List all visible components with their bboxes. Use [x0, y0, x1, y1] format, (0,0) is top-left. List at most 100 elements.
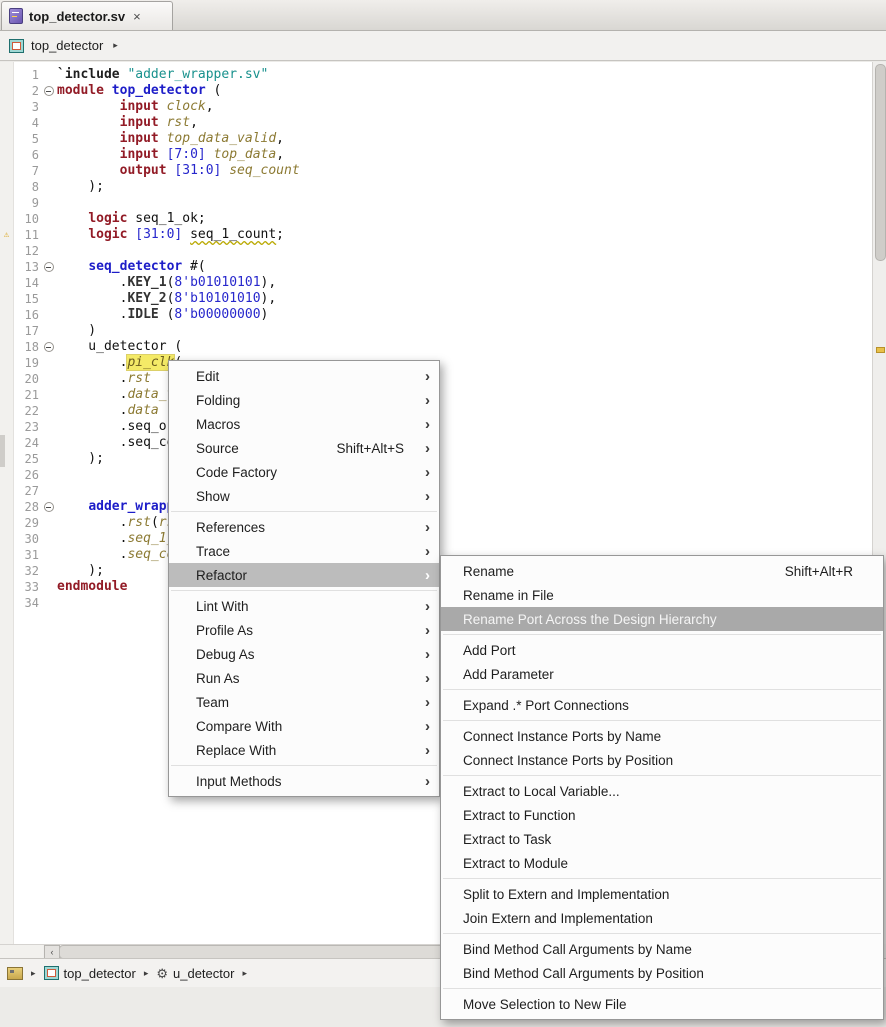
- menu-item-team[interactable]: Team›: [169, 690, 439, 714]
- menu-item-connect-instance-ports-by-position[interactable]: Connect Instance Ports by Position: [441, 748, 883, 772]
- menu-item-source[interactable]: SourceShift+Alt+S›: [169, 436, 439, 460]
- menu-item-trace[interactable]: Trace›: [169, 539, 439, 563]
- menu-item-input-methods[interactable]: Input Methods›: [169, 769, 439, 793]
- code-text: );: [57, 179, 872, 195]
- scroll-left-button[interactable]: ‹: [44, 945, 60, 959]
- code-line-10[interactable]: 10 logic seq_1_ok;: [0, 211, 872, 227]
- code-line-5[interactable]: 5 input top_data_valid,: [0, 131, 872, 147]
- menu-item-split-to-extern-and-implementation[interactable]: Split to Extern and Implementation: [441, 882, 883, 906]
- code-line-14[interactable]: 14 .KEY_1(8'b01010101),: [0, 275, 872, 291]
- breadcrumb-item-top-detector[interactable]: top_detector: [31, 38, 103, 53]
- menu-item-label: Extract to Function: [463, 808, 867, 823]
- menu-item-run-as[interactable]: Run As›: [169, 666, 439, 690]
- code-line-15[interactable]: 15 .KEY_2(8'b10101010),: [0, 291, 872, 307]
- menu-item-extract-to-local-variable[interactable]: Extract to Local Variable...: [441, 779, 883, 803]
- menu-item-rename-in-file[interactable]: Rename in File: [441, 583, 883, 607]
- menu-item-label: Folding: [196, 393, 418, 408]
- code-line-13[interactable]: 13 seq_detector #(: [0, 259, 872, 275]
- menu-separator: [443, 775, 881, 776]
- fold-margin: [43, 371, 57, 387]
- menu-item-extract-to-module[interactable]: Extract to Module: [441, 851, 883, 875]
- code-line-6[interactable]: 6 input [7:0] top_data,: [0, 147, 872, 163]
- menu-item-label: Rename in File: [463, 588, 867, 603]
- menu-separator: [443, 720, 881, 721]
- breadcrumb-item-u-detector[interactable]: ⚙u_detector: [156, 966, 234, 981]
- line-number: 30: [13, 531, 43, 547]
- menu-item-label: Show: [196, 489, 418, 504]
- menu-item-bind-method-call-arguments-by-position[interactable]: Bind Method Call Arguments by Position: [441, 961, 883, 985]
- horizontal-scrollbar-thumb[interactable]: [59, 945, 493, 959]
- submenu-arrow-icon: ›: [418, 599, 430, 614]
- line-number: 24: [13, 435, 43, 451]
- breadcrumb-arrow-icon[interactable]: ▸: [239, 968, 250, 979]
- menu-item-extract-to-function[interactable]: Extract to Function: [441, 803, 883, 827]
- code-line-9[interactable]: 9: [0, 195, 872, 211]
- menu-item-extract-to-task[interactable]: Extract to Task: [441, 827, 883, 851]
- menu-item-rename[interactable]: RenameShift+Alt+R: [441, 559, 883, 583]
- editor-tab-top-detector-sv[interactable]: top_detector.sv ×: [1, 1, 173, 30]
- menu-item-debug-as[interactable]: Debug As›: [169, 642, 439, 666]
- menu-item-rename-port-across-the-design-hierarchy[interactable]: Rename Port Across the Design Hierarchy: [441, 607, 883, 631]
- menu-item-references[interactable]: References›: [169, 515, 439, 539]
- menu-item-bind-method-call-arguments-by-name[interactable]: Bind Method Call Arguments by Name: [441, 937, 883, 961]
- menu-item-replace-with[interactable]: Replace With›: [169, 738, 439, 762]
- menu-item-compare-with[interactable]: Compare With›: [169, 714, 439, 738]
- code-line-17[interactable]: 17 ): [0, 323, 872, 339]
- code-line-3[interactable]: 3 input clock,: [0, 99, 872, 115]
- menu-item-folding[interactable]: Folding›: [169, 388, 439, 412]
- code-line-4[interactable]: 4 input rst,: [0, 115, 872, 131]
- breadcrumb-arrow-icon[interactable]: ▸: [28, 968, 39, 979]
- annotation-cell: [0, 67, 13, 83]
- fold-margin: [43, 483, 57, 499]
- menu-item-code-factory[interactable]: Code Factory›: [169, 460, 439, 484]
- menu-item-connect-instance-ports-by-name[interactable]: Connect Instance Ports by Name: [441, 724, 883, 748]
- breadcrumb-item[interactable]: [7, 967, 23, 980]
- breadcrumb-item-top-detector[interactable]: top_detector: [44, 966, 136, 981]
- fold-collapse-icon[interactable]: [43, 499, 57, 515]
- breadcrumb-arrow-icon[interactable]: ▸: [110, 40, 121, 51]
- menu-item-macros[interactable]: Macros›: [169, 412, 439, 436]
- code-line-2[interactable]: 2module top_detector (: [0, 83, 872, 99]
- breadcrumb-arrow-icon[interactable]: ▸: [141, 968, 152, 979]
- menu-item-add-port[interactable]: Add Port: [441, 638, 883, 662]
- vertical-scrollbar-thumb[interactable]: [875, 64, 886, 261]
- menu-item-label: Input Methods: [196, 774, 418, 789]
- overview-warning-marker[interactable]: [876, 347, 885, 353]
- code-line-18[interactable]: 18 u_detector (: [0, 339, 872, 355]
- submenu-arrow-icon: ›: [418, 647, 430, 662]
- fold-margin: [43, 419, 57, 435]
- submenu-arrow-icon: ›: [418, 743, 430, 758]
- line-number: 14: [13, 275, 43, 291]
- menu-item-move-selection-to-new-file[interactable]: Move Selection to New File: [441, 992, 883, 1016]
- fold-collapse-icon[interactable]: [43, 83, 57, 99]
- fold-margin: [43, 547, 57, 563]
- fold-margin: [43, 531, 57, 547]
- line-number: 28: [13, 499, 43, 515]
- annotation-cell: [0, 371, 13, 387]
- code-text: input rst,: [57, 115, 872, 131]
- menu-item-expand-port-connections[interactable]: Expand .* Port Connections: [441, 693, 883, 717]
- menu-item-show[interactable]: Show›: [169, 484, 439, 508]
- code-line-1[interactable]: 1`include "adder_wrapper.sv": [0, 67, 872, 83]
- menu-item-add-parameter[interactable]: Add Parameter: [441, 662, 883, 686]
- bottom-breadcrumb: ▸ top_detector ▸ ⚙u_detector ▸: [7, 966, 250, 981]
- fold-margin: [43, 515, 57, 531]
- code-line-12[interactable]: 12: [0, 243, 872, 259]
- close-icon[interactable]: ×: [133, 9, 141, 24]
- code-line-16[interactable]: 16 .IDLE (8'b00000000): [0, 307, 872, 323]
- menu-item-profile-as[interactable]: Profile As›: [169, 618, 439, 642]
- menu-item-edit[interactable]: Edit›: [169, 364, 439, 388]
- line-number: 32: [13, 563, 43, 579]
- code-line-11[interactable]: ⚠11 logic [31:0] seq_1_count;: [0, 227, 872, 243]
- code-line-7[interactable]: 7 output [31:0] seq_count: [0, 163, 872, 179]
- menu-item-join-extern-and-implementation[interactable]: Join Extern and Implementation: [441, 906, 883, 930]
- fold-collapse-icon[interactable]: [43, 259, 57, 275]
- annotation-cell: [0, 307, 13, 323]
- code-line-8[interactable]: 8 );: [0, 179, 872, 195]
- line-number: 7: [13, 163, 43, 179]
- menu-item-lint-with[interactable]: Lint With›: [169, 594, 439, 618]
- menu-item-refactor[interactable]: Refactor›: [169, 563, 439, 587]
- fold-collapse-icon[interactable]: [43, 339, 57, 355]
- submenu-arrow-icon: ›: [418, 623, 430, 638]
- refactor-submenu: RenameShift+Alt+R Rename in File Rename Po…: [440, 555, 884, 1020]
